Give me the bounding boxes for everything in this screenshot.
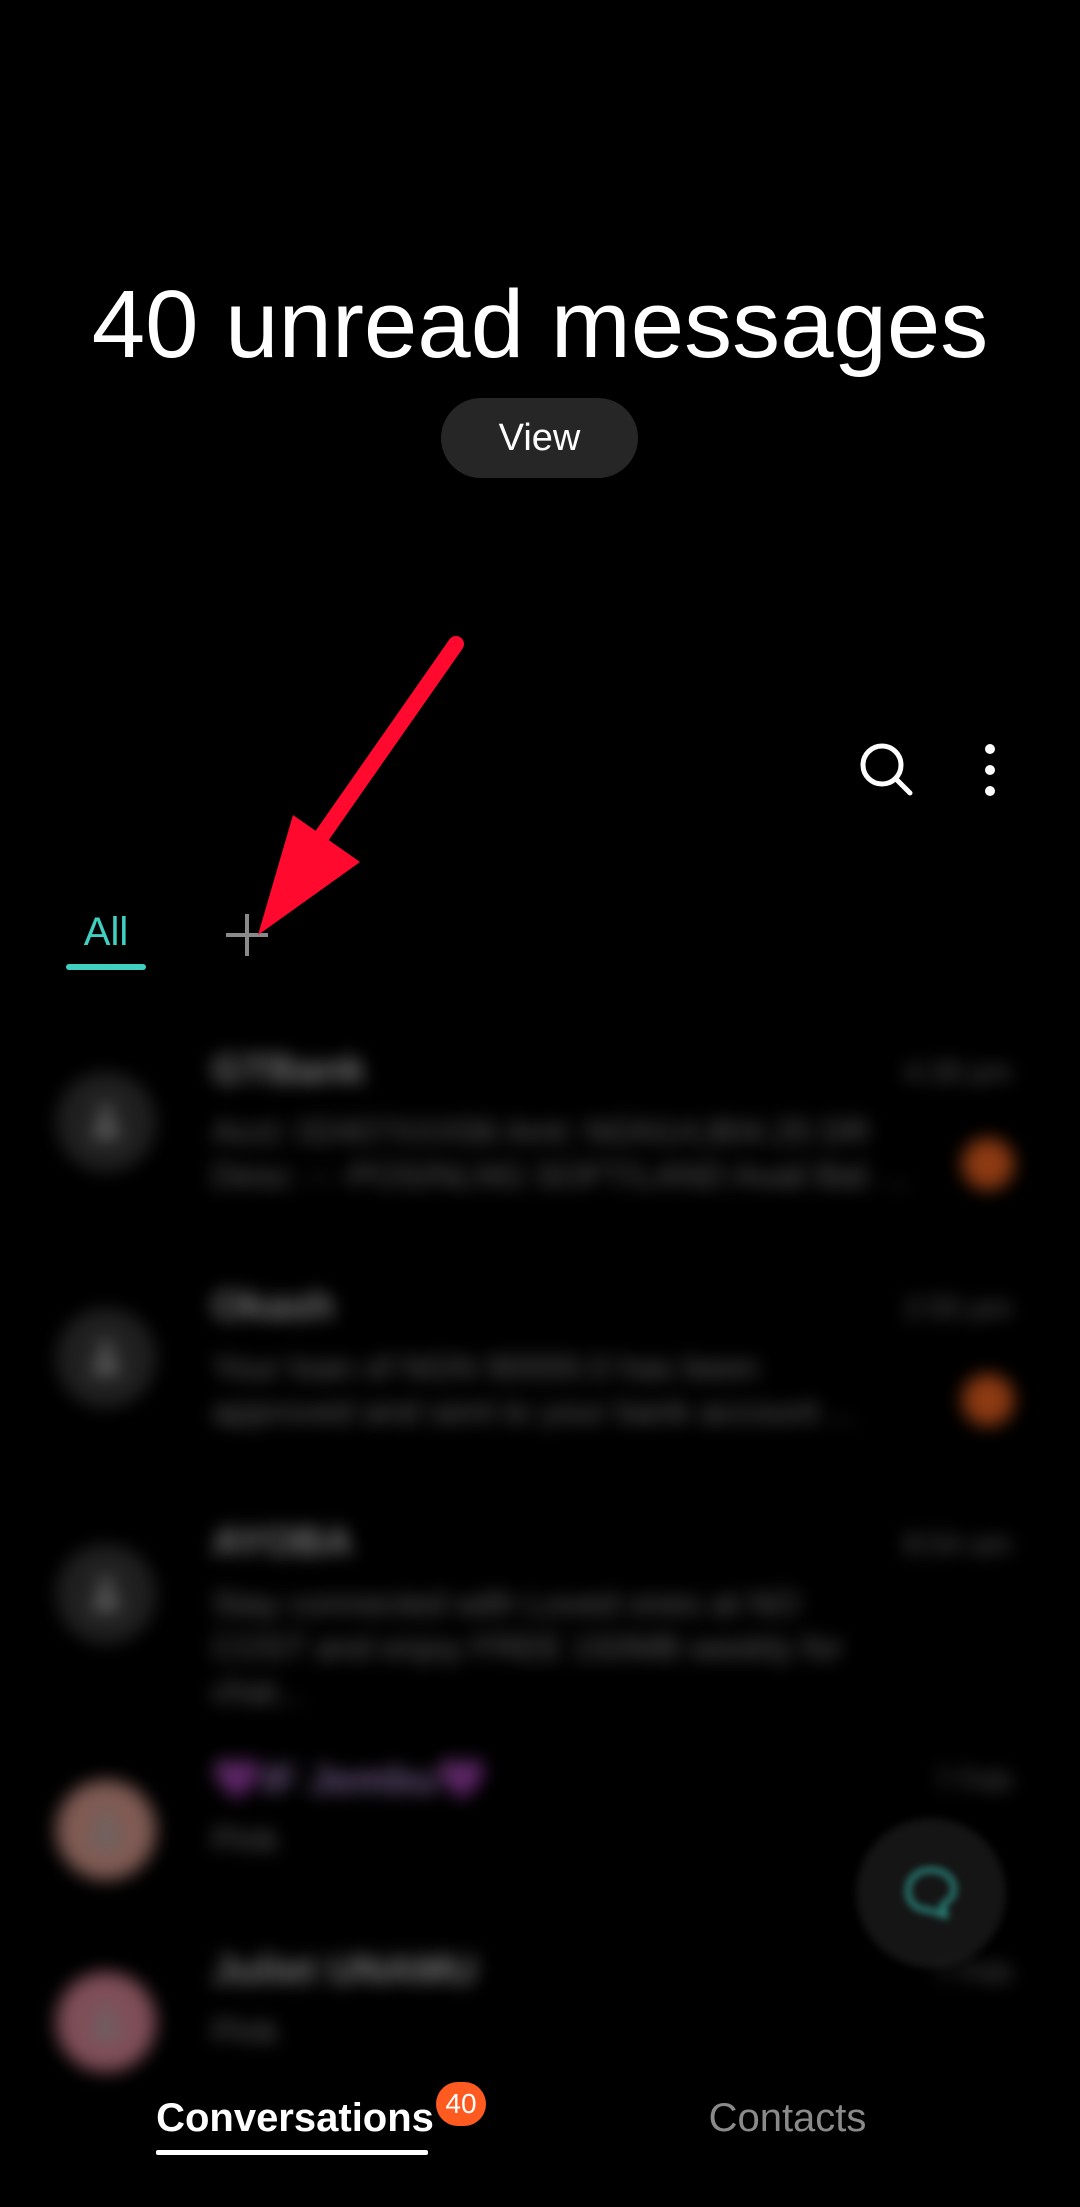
- person-icon: [93, 1341, 119, 1375]
- avatar: [56, 1072, 156, 1172]
- avatar: [56, 1544, 156, 1644]
- tab-all[interactable]: All: [66, 910, 146, 955]
- message-time: 2:55 pm: [903, 1292, 1012, 1325]
- tab-conversations-indicator: [156, 2150, 428, 2155]
- new-chat-icon: [905, 1867, 957, 1919]
- avatar: [56, 1972, 156, 2072]
- contact-name: GTBank: [212, 1048, 366, 1092]
- person-icon: [93, 1577, 119, 1611]
- unread-count-badge: 40: [436, 2082, 486, 2126]
- unread-indicator: [962, 1138, 1014, 1190]
- list-item[interactable]: AYOBA 8:54 am Stay connected with Loved …: [0, 1502, 1080, 1738]
- contact-name: Juliet UNAMU: [212, 1948, 477, 1992]
- message-preview: Pink: [212, 2013, 279, 2051]
- new-chat-button[interactable]: [856, 1818, 1006, 1968]
- more-options-icon[interactable]: [955, 735, 1025, 805]
- list-item[interactable]: GTBank 4:28 pm Acct: 02407XXX56 Amt: NGN…: [0, 1030, 1080, 1266]
- person-icon: [93, 1105, 119, 1139]
- avatar: [56, 1780, 156, 1880]
- message-preview: Stay connected with Loved ones at NO COS…: [212, 1585, 843, 1711]
- unread-messages-title: 40 unread messages: [91, 271, 989, 378]
- message-time: 7 Feb: [935, 1764, 1012, 1797]
- avatar: [56, 1308, 156, 1408]
- list-item[interactable]: Okash 2:55 pm Your loan of NGN 90000.0 h…: [0, 1266, 1080, 1502]
- tab-conversations[interactable]: Conversations: [150, 2096, 440, 2141]
- unread-indicator: [962, 1374, 1014, 1426]
- contact-name: Okash: [212, 1284, 335, 1328]
- message-time: 4:28 pm: [903, 1056, 1012, 1089]
- tab-all-indicator: [66, 964, 146, 970]
- contact-name: 💜IF Jembu💜: [212, 1758, 488, 1802]
- message-preview: Acct: 02407XXX56 Amt: NGN14,804.25 DR De…: [212, 1113, 913, 1195]
- person-icon: [93, 2005, 119, 2039]
- person-icon: [93, 1813, 119, 1847]
- tab-contacts[interactable]: Contacts: [680, 2096, 895, 2141]
- message-preview: Your loan of NGN 90000.0 has been approv…: [212, 1349, 857, 1431]
- search-icon[interactable]: [852, 735, 922, 805]
- message-time: 8:54 am: [903, 1528, 1012, 1561]
- message-preview: Pink: [212, 1821, 279, 1859]
- contact-name: AYOBA: [212, 1520, 353, 1564]
- view-button[interactable]: View: [441, 398, 638, 478]
- plus-icon[interactable]: [222, 910, 272, 960]
